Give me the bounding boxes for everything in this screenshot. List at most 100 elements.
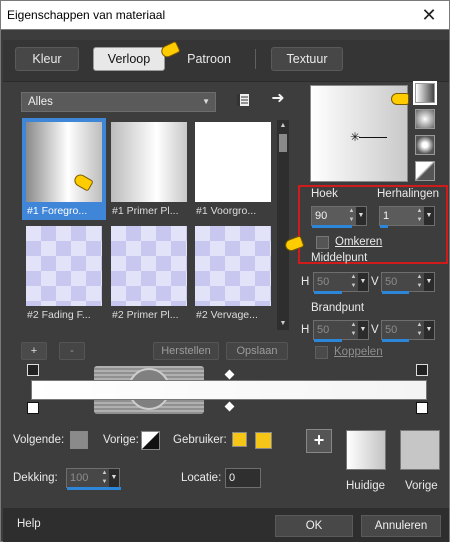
- dropdown-arrow-icon[interactable]: ▼: [424, 321, 434, 339]
- gradient-preview-image: [111, 122, 187, 202]
- invert-label[interactable]: Omkeren: [335, 236, 382, 248]
- scroll-up-icon[interactable]: ▲: [277, 120, 289, 132]
- focal-h-label: H: [301, 324, 310, 336]
- color-stop-bottom-left[interactable]: [27, 402, 39, 414]
- category-dropdown[interactable]: Alles ▼: [21, 92, 216, 112]
- previous-gradient-swatch[interactable]: [141, 431, 160, 450]
- link-checkbox[interactable]: [315, 346, 328, 359]
- repeats-spinner[interactable]: 1 ▲ ▼ ▼: [379, 206, 435, 228]
- color-stop-top-right[interactable]: [416, 364, 428, 376]
- thumbnail-caption: #2 Primer Pl...: [112, 309, 179, 321]
- save-gradient-button[interactable]: Opslaan: [226, 342, 288, 360]
- close-icon[interactable]: ✕: [417, 4, 441, 28]
- sunburst-gradient-type-icon[interactable]: [415, 135, 435, 155]
- thumbnail-caption: #1 Voorgro...: [196, 205, 257, 217]
- color-stop-top-left[interactable]: [27, 364, 39, 376]
- dialog-footer: Help OK Annuleren: [3, 508, 449, 542]
- spinner-arrows-icon[interactable]: ▲ ▼: [415, 207, 424, 225]
- current-material-swatch[interactable]: [346, 430, 386, 470]
- midpoint-diamond-top[interactable]: [224, 369, 235, 380]
- library-book-icon[interactable]: [235, 92, 251, 108]
- focal-h-slider-bar[interactable]: [314, 339, 342, 342]
- center-v-label: V: [371, 276, 379, 288]
- restore-button[interactable]: Herstellen: [153, 342, 219, 360]
- link-label[interactable]: Koppelen: [334, 346, 383, 358]
- gradient-thumbnail[interactable]: #2 Vervage...: [193, 224, 273, 322]
- spinner-arrows-icon[interactable]: ▲ ▼: [349, 321, 358, 339]
- gradient-thumbnail[interactable]: #1 Voorgro...: [193, 120, 273, 218]
- add-gradient-button[interactable]: +: [21, 342, 47, 360]
- gradient-thumbnail[interactable]: #1 Foregro...: [22, 118, 106, 220]
- focal-v-slider-bar[interactable]: [382, 339, 409, 342]
- angle-line: [359, 137, 387, 138]
- focal-label: Brandpunt: [311, 302, 365, 314]
- previous-material-swatch[interactable]: [400, 430, 440, 470]
- angle-slider-bar[interactable]: [312, 225, 352, 228]
- location-input[interactable]: 0: [225, 468, 261, 488]
- center-h-slider-bar[interactable]: [314, 291, 342, 294]
- user-color-label: Gebruiker:: [173, 434, 227, 446]
- gradient-thumbnail[interactable]: #2 Fading F...: [24, 224, 104, 322]
- center-v-slider-bar[interactable]: [382, 291, 409, 294]
- arrow-right-icon[interactable]: ➜: [269, 90, 287, 108]
- spinner-arrows-icon[interactable]: ▲ ▼: [415, 273, 424, 291]
- dropdown-arrow-icon[interactable]: ▼: [109, 469, 119, 487]
- invert-checkbox[interactable]: [316, 236, 329, 249]
- user-color-swatch-large[interactable]: [255, 432, 272, 449]
- dropdown-arrow-icon[interactable]: ▼: [358, 321, 368, 339]
- color-stop-bottom-right[interactable]: [416, 402, 428, 414]
- angle-label: Hoek: [311, 188, 338, 200]
- opacity-label: Dekking:: [13, 472, 58, 484]
- angle-spinner[interactable]: 90 ▲ ▼ ▼: [311, 206, 367, 228]
- previous-label: Vorige: [405, 480, 438, 492]
- spinner-arrows-icon[interactable]: ▲ ▼: [100, 469, 109, 487]
- midpoint-diamond-bottom[interactable]: [224, 401, 235, 412]
- angle-value: 90: [315, 210, 328, 222]
- tab-kleur[interactable]: Kleur: [15, 47, 79, 71]
- gradient-preview-image: [26, 226, 102, 306]
- tab-textuur[interactable]: Textuur: [271, 47, 343, 71]
- tab-verloop[interactable]: Verloop: [93, 47, 165, 71]
- spinner-arrows-icon[interactable]: ▲ ▼: [415, 321, 424, 339]
- gradient-thumbnail[interactable]: #2 Primer Pl...: [109, 224, 189, 322]
- opacity-spinner[interactable]: 100 ▲ ▼ ▼: [66, 468, 121, 490]
- focal-v-spinner[interactable]: 50 ▲ ▼ ▼: [381, 320, 435, 342]
- dropdown-arrow-icon[interactable]: ▼: [424, 273, 434, 291]
- dropdown-arrow-icon[interactable]: ▼: [356, 207, 366, 225]
- gradient-thumbnail[interactable]: #1 Primer Pl...: [109, 120, 189, 218]
- center-h-label: H: [301, 276, 310, 288]
- next-color-swatch[interactable]: [70, 431, 88, 449]
- rectangular-gradient-type-icon[interactable]: [415, 109, 435, 129]
- thumbnail-caption: #2 Fading F...: [27, 309, 91, 321]
- user-color-swatch[interactable]: [232, 432, 247, 447]
- location-value: 0: [229, 472, 236, 484]
- spinner-arrows-icon[interactable]: ▲ ▼: [349, 273, 358, 291]
- dialog-window: Kleur Verloop Patroon Textuur Alles ▼ ➜ …: [0, 30, 450, 542]
- opacity-slider-bar[interactable]: [67, 487, 121, 490]
- cancel-button[interactable]: Annuleren: [361, 515, 441, 537]
- focal-h-spinner[interactable]: 50 ▲ ▼ ▼: [313, 320, 369, 342]
- thumbnail-caption: #1 Foregro...: [27, 205, 88, 217]
- gradient-editor-bar[interactable]: [31, 380, 427, 400]
- scrollbar-thumb[interactable]: [279, 134, 287, 152]
- ok-button[interactable]: OK: [275, 515, 353, 537]
- scroll-down-icon[interactable]: ▼: [277, 318, 289, 330]
- spinner-arrows-icon[interactable]: ▲ ▼: [347, 207, 356, 225]
- repeats-slider-bar[interactable]: [380, 225, 388, 228]
- linear-gradient-type-icon[interactable]: [413, 81, 437, 105]
- dropdown-arrow-icon[interactable]: ▼: [358, 273, 368, 291]
- tab-patroon[interactable]: Patroon: [173, 47, 245, 71]
- help-link[interactable]: Help: [17, 518, 41, 530]
- gradient-preview-image: [195, 122, 271, 202]
- remove-gradient-button[interactable]: -: [59, 342, 85, 360]
- center-h-spinner[interactable]: 50 ▲ ▼ ▼: [313, 272, 369, 294]
- dropdown-arrow-icon[interactable]: ▼: [424, 207, 434, 225]
- add-to-swatches-button[interactable]: +: [306, 429, 332, 453]
- radial-gradient-type-icon[interactable]: [415, 161, 435, 181]
- category-value: Alles: [28, 96, 53, 108]
- repeats-label: Herhalingen: [377, 188, 440, 200]
- center-v-spinner[interactable]: 50 ▲ ▼ ▼: [381, 272, 435, 294]
- gradient-preview-image: [111, 226, 187, 306]
- center-v-value: 50: [385, 276, 398, 288]
- library-scrollbar[interactable]: ▲ ▼: [277, 120, 289, 330]
